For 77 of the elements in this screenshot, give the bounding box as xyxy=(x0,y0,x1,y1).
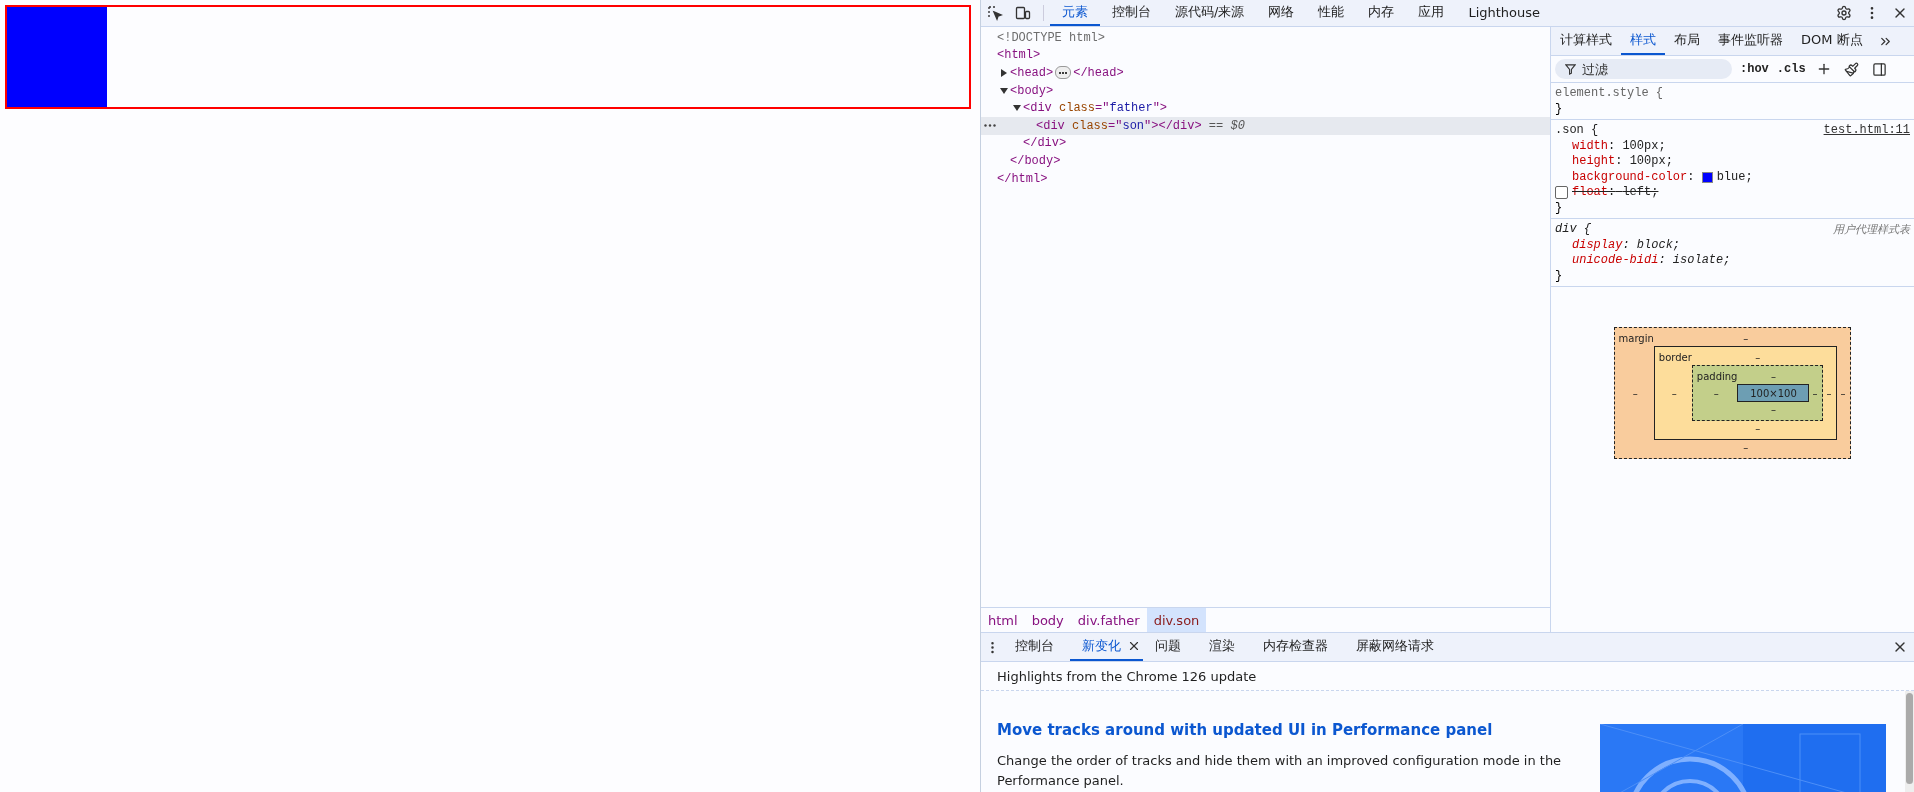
box-value: – xyxy=(1811,386,1819,401)
dom-node[interactable]: <div class="father"> xyxy=(981,99,1550,117)
feature-description: Change the order of tracks and hide them with an improved configuration mode in the Performance panel. xyxy=(997,752,1563,790)
caret-down-icon[interactable] xyxy=(1000,86,1008,95)
css-selector: .son { xyxy=(1555,123,1599,139)
scrollbar[interactable] xyxy=(1905,691,1914,792)
css-brace: } xyxy=(1555,200,1563,216)
sidebar-tab[interactable]: 事件监听器 xyxy=(1709,27,1792,55)
box-value: – xyxy=(1670,386,1678,401)
content-box: 100×100 xyxy=(1737,384,1810,402)
panel-tab[interactable]: 性能 xyxy=(1306,0,1357,26)
drawer-tab[interactable]: 内存检查器 xyxy=(1251,633,1344,661)
breadcrumb[interactable]: body xyxy=(1024,608,1071,632)
update-header: Highlights from the Chrome 126 update xyxy=(981,662,1914,691)
box-value: – xyxy=(1839,386,1847,401)
style-toggle[interactable]: .cls xyxy=(1776,62,1806,76)
sidebar-tab[interactable]: 布局 xyxy=(1665,27,1709,55)
css-declaration[interactable]: background-color: blue; xyxy=(1572,169,1753,185)
caret-right-icon[interactable] xyxy=(1000,69,1008,77)
css-selector: element.style { xyxy=(1555,86,1664,102)
box-value: – xyxy=(1769,403,1777,417)
drawer-tab[interactable]: 渲染 xyxy=(1197,633,1251,661)
drawer-tab[interactable]: 控制台 xyxy=(1003,633,1070,661)
dom-node[interactable]: <html> xyxy=(981,46,1550,65)
feature-title[interactable]: Move tracks around with updated UI in Performance panel xyxy=(997,721,1584,739)
css-brace: } xyxy=(1555,101,1563,117)
css-selector: div { xyxy=(1555,222,1591,238)
box-label: border xyxy=(1657,352,1692,363)
ellipsis-icon[interactable] xyxy=(1055,66,1072,80)
box-value: – xyxy=(1712,386,1720,401)
sidebar-tab[interactable]: 样式 xyxy=(1621,27,1665,55)
panel-tab[interactable]: 网络 xyxy=(1256,0,1307,26)
css-declaration[interactable]: display: block; xyxy=(1572,237,1681,253)
panel-tab[interactable]: 元素 xyxy=(1050,0,1100,26)
filter-field[interactable]: 过滤 xyxy=(1555,59,1732,79)
box-value: – xyxy=(1825,386,1833,401)
dom-node[interactable]: <div class="son"></div> == $0 xyxy=(981,116,1550,135)
drawer-tab[interactable]: 屏蔽网络请求 xyxy=(1344,633,1450,661)
breadcrumb[interactable]: html xyxy=(981,608,1025,632)
dom-node[interactable]: </html> xyxy=(981,169,1550,188)
more-icon[interactable] xyxy=(984,124,996,128)
drawer-tab[interactable]: 新变化 xyxy=(1070,633,1143,661)
dom-node[interactable]: <!DOCTYPE html> xyxy=(981,29,1550,47)
stylesheet-label: 用户代理样式表 xyxy=(1833,222,1910,238)
close-icon[interactable] xyxy=(1127,639,1141,653)
dom-node[interactable]: </body> xyxy=(981,152,1550,170)
panel-tab[interactable]: 应用 xyxy=(1406,0,1457,26)
css-brace: } xyxy=(1555,268,1563,284)
css-declaration[interactable]: float: left; xyxy=(1572,185,1659,201)
checkbox[interactable] xyxy=(1555,186,1568,200)
box-value: – xyxy=(1742,441,1750,455)
box-value: – xyxy=(1769,370,1777,384)
panel-tab[interactable]: Lighthouse xyxy=(1456,0,1553,26)
css-declaration[interactable]: height: 100px; xyxy=(1572,154,1673,170)
caret-down-icon[interactable] xyxy=(1013,104,1021,113)
box-label: padding xyxy=(1695,371,1738,382)
dom-node[interactable]: <head> </head> xyxy=(981,64,1550,82)
css-declaration[interactable]: unicode-bidi: isolate; xyxy=(1572,253,1731,269)
breadcrumb[interactable]: div.son xyxy=(1146,608,1207,632)
dom-node[interactable]: <body> xyxy=(981,81,1550,100)
panel-tab[interactable]: 内存 xyxy=(1356,0,1407,26)
color-swatch[interactable] xyxy=(1701,171,1713,183)
box-label: margin xyxy=(1617,333,1654,344)
dom-node[interactable]: </div> xyxy=(981,134,1550,153)
breadcrumb[interactable]: div.father xyxy=(1070,608,1147,632)
panel-tab[interactable]: 源代码/来源 xyxy=(1163,0,1257,26)
sidebar-tab[interactable]: DOM 断点 xyxy=(1792,27,1872,55)
box-value: – xyxy=(1631,386,1639,401)
panel-tab[interactable]: 控制台 xyxy=(1100,0,1163,26)
style-toggle[interactable]: :hov xyxy=(1740,62,1769,76)
box-value: – xyxy=(1754,422,1762,436)
box-value: – xyxy=(1742,332,1750,346)
source-link[interactable]: test.html:11 xyxy=(1823,123,1910,139)
drawer-tab[interactable]: 问题 xyxy=(1143,633,1197,661)
box-value: – xyxy=(1754,351,1762,365)
css-declaration[interactable]: width: 100px; xyxy=(1572,138,1666,154)
sidebar-tab[interactable]: 计算样式 xyxy=(1551,27,1621,55)
